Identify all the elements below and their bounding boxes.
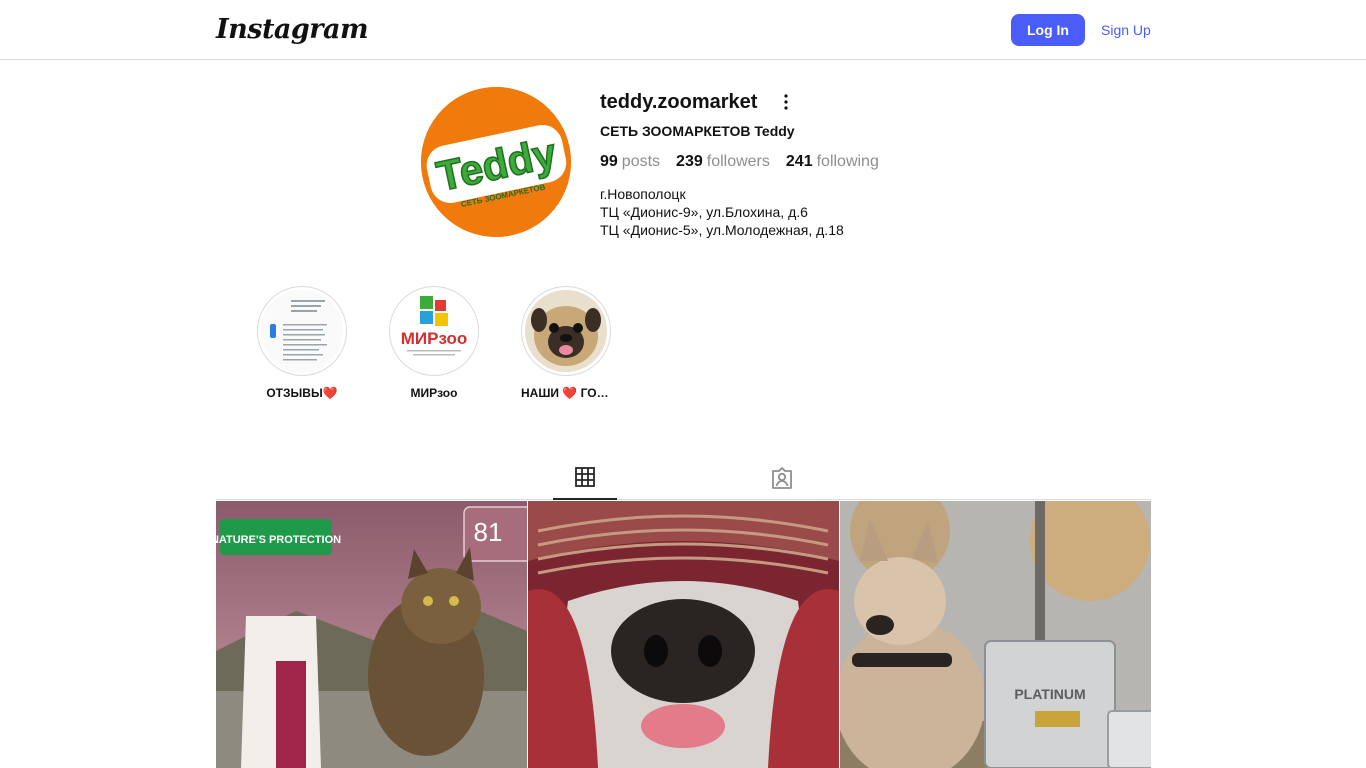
post-thumbnail[interactable]: [528, 501, 839, 768]
bio-line: ТЦ «Дионис-5», ул.Молодежная, д.18: [600, 222, 844, 238]
story-highlight-guests[interactable]: НАШИ ❤️ ГОСТИ: [521, 286, 611, 400]
highlight-label: ОТЗЫВЫ❤️: [266, 386, 338, 400]
posts-stat: 99 posts: [600, 153, 660, 171]
teddy-logo-image: Teddy СЕТЬ ЗООМАРКЕТОВ: [421, 87, 571, 237]
following-label: following: [816, 153, 879, 170]
tab-posts[interactable]: [553, 460, 617, 500]
tab-tagged[interactable]: [750, 460, 814, 500]
highlight-cover-image: [261, 290, 343, 372]
log-in-button[interactable]: Log In: [1011, 14, 1085, 46]
post-badge-text: NATURE'S PROTECTION: [216, 534, 341, 546]
post-thumbnail[interactable]: PLATINUM: [840, 501, 1151, 768]
following-stat[interactable]: 241 following: [786, 153, 879, 171]
following-count: 241: [785, 153, 813, 170]
post-overlay-text: PLATINUM: [1014, 686, 1085, 702]
post-thumbnail[interactable]: NATURE'S PROTECTION 81: [216, 501, 527, 768]
followers-stat[interactable]: 239 followers: [676, 153, 770, 171]
highlight-ring[interactable]: [257, 286, 347, 376]
tagged-icon: [772, 467, 792, 489]
post-overlay-text: 81: [474, 517, 503, 547]
profile-stats: 99 posts 239 followers 241 following: [600, 153, 895, 171]
mirzoo-logo-text: МИРзоо: [401, 329, 468, 348]
more-options-icon[interactable]: [776, 92, 796, 112]
posts-label: posts: [621, 153, 661, 170]
bio-line: г.Новополоцк: [600, 186, 686, 202]
followers-label: followers: [706, 153, 770, 170]
story-highlight-mirzoo[interactable]: МИРзоо МИРзоо: [389, 286, 479, 400]
highlight-cover-image: [525, 290, 607, 372]
profile-username: teddy.zoomarket: [600, 91, 758, 113]
profile-bio: г.Новополоцк ТЦ «Дионис-9», ул.Блохина, …: [600, 185, 844, 239]
top-navigation-bar: Instagram Log In Sign Up: [0, 0, 1366, 60]
highlight-label: МИРзоо: [410, 386, 458, 400]
followers-count: 239: [676, 153, 703, 170]
highlight-ring[interactable]: [521, 286, 611, 376]
instagram-logo[interactable]: Instagram: [216, 14, 369, 45]
profile-full-name: СЕТЬ ЗООМАРКЕТОВ Teddy: [600, 123, 795, 139]
grid-icon: [575, 467, 595, 487]
highlight-label: НАШИ ❤️ ГОСТИ: [521, 386, 611, 400]
post-image-cat-food: NATURE'S PROTECTION 81: [216, 501, 527, 768]
post-image-dog-nose: [528, 501, 839, 768]
posts-count: 99: [600, 153, 618, 170]
sign-up-link[interactable]: Sign Up: [1101, 22, 1151, 38]
profile-avatar[interactable]: Teddy СЕТЬ ЗООМАРКЕТОВ: [421, 87, 571, 237]
highlight-ring[interactable]: МИРзоо: [389, 286, 479, 376]
highlight-cover-image: МИРзоо: [393, 290, 475, 372]
bio-line: ТЦ «Дионис-9», ул.Блохина, д.6: [600, 204, 808, 220]
tabs-divider: [216, 499, 1151, 500]
story-highlight-reviews[interactable]: ОТЗЫВЫ❤️: [257, 286, 347, 400]
post-image-pitbull-food: PLATINUM: [840, 501, 1151, 768]
